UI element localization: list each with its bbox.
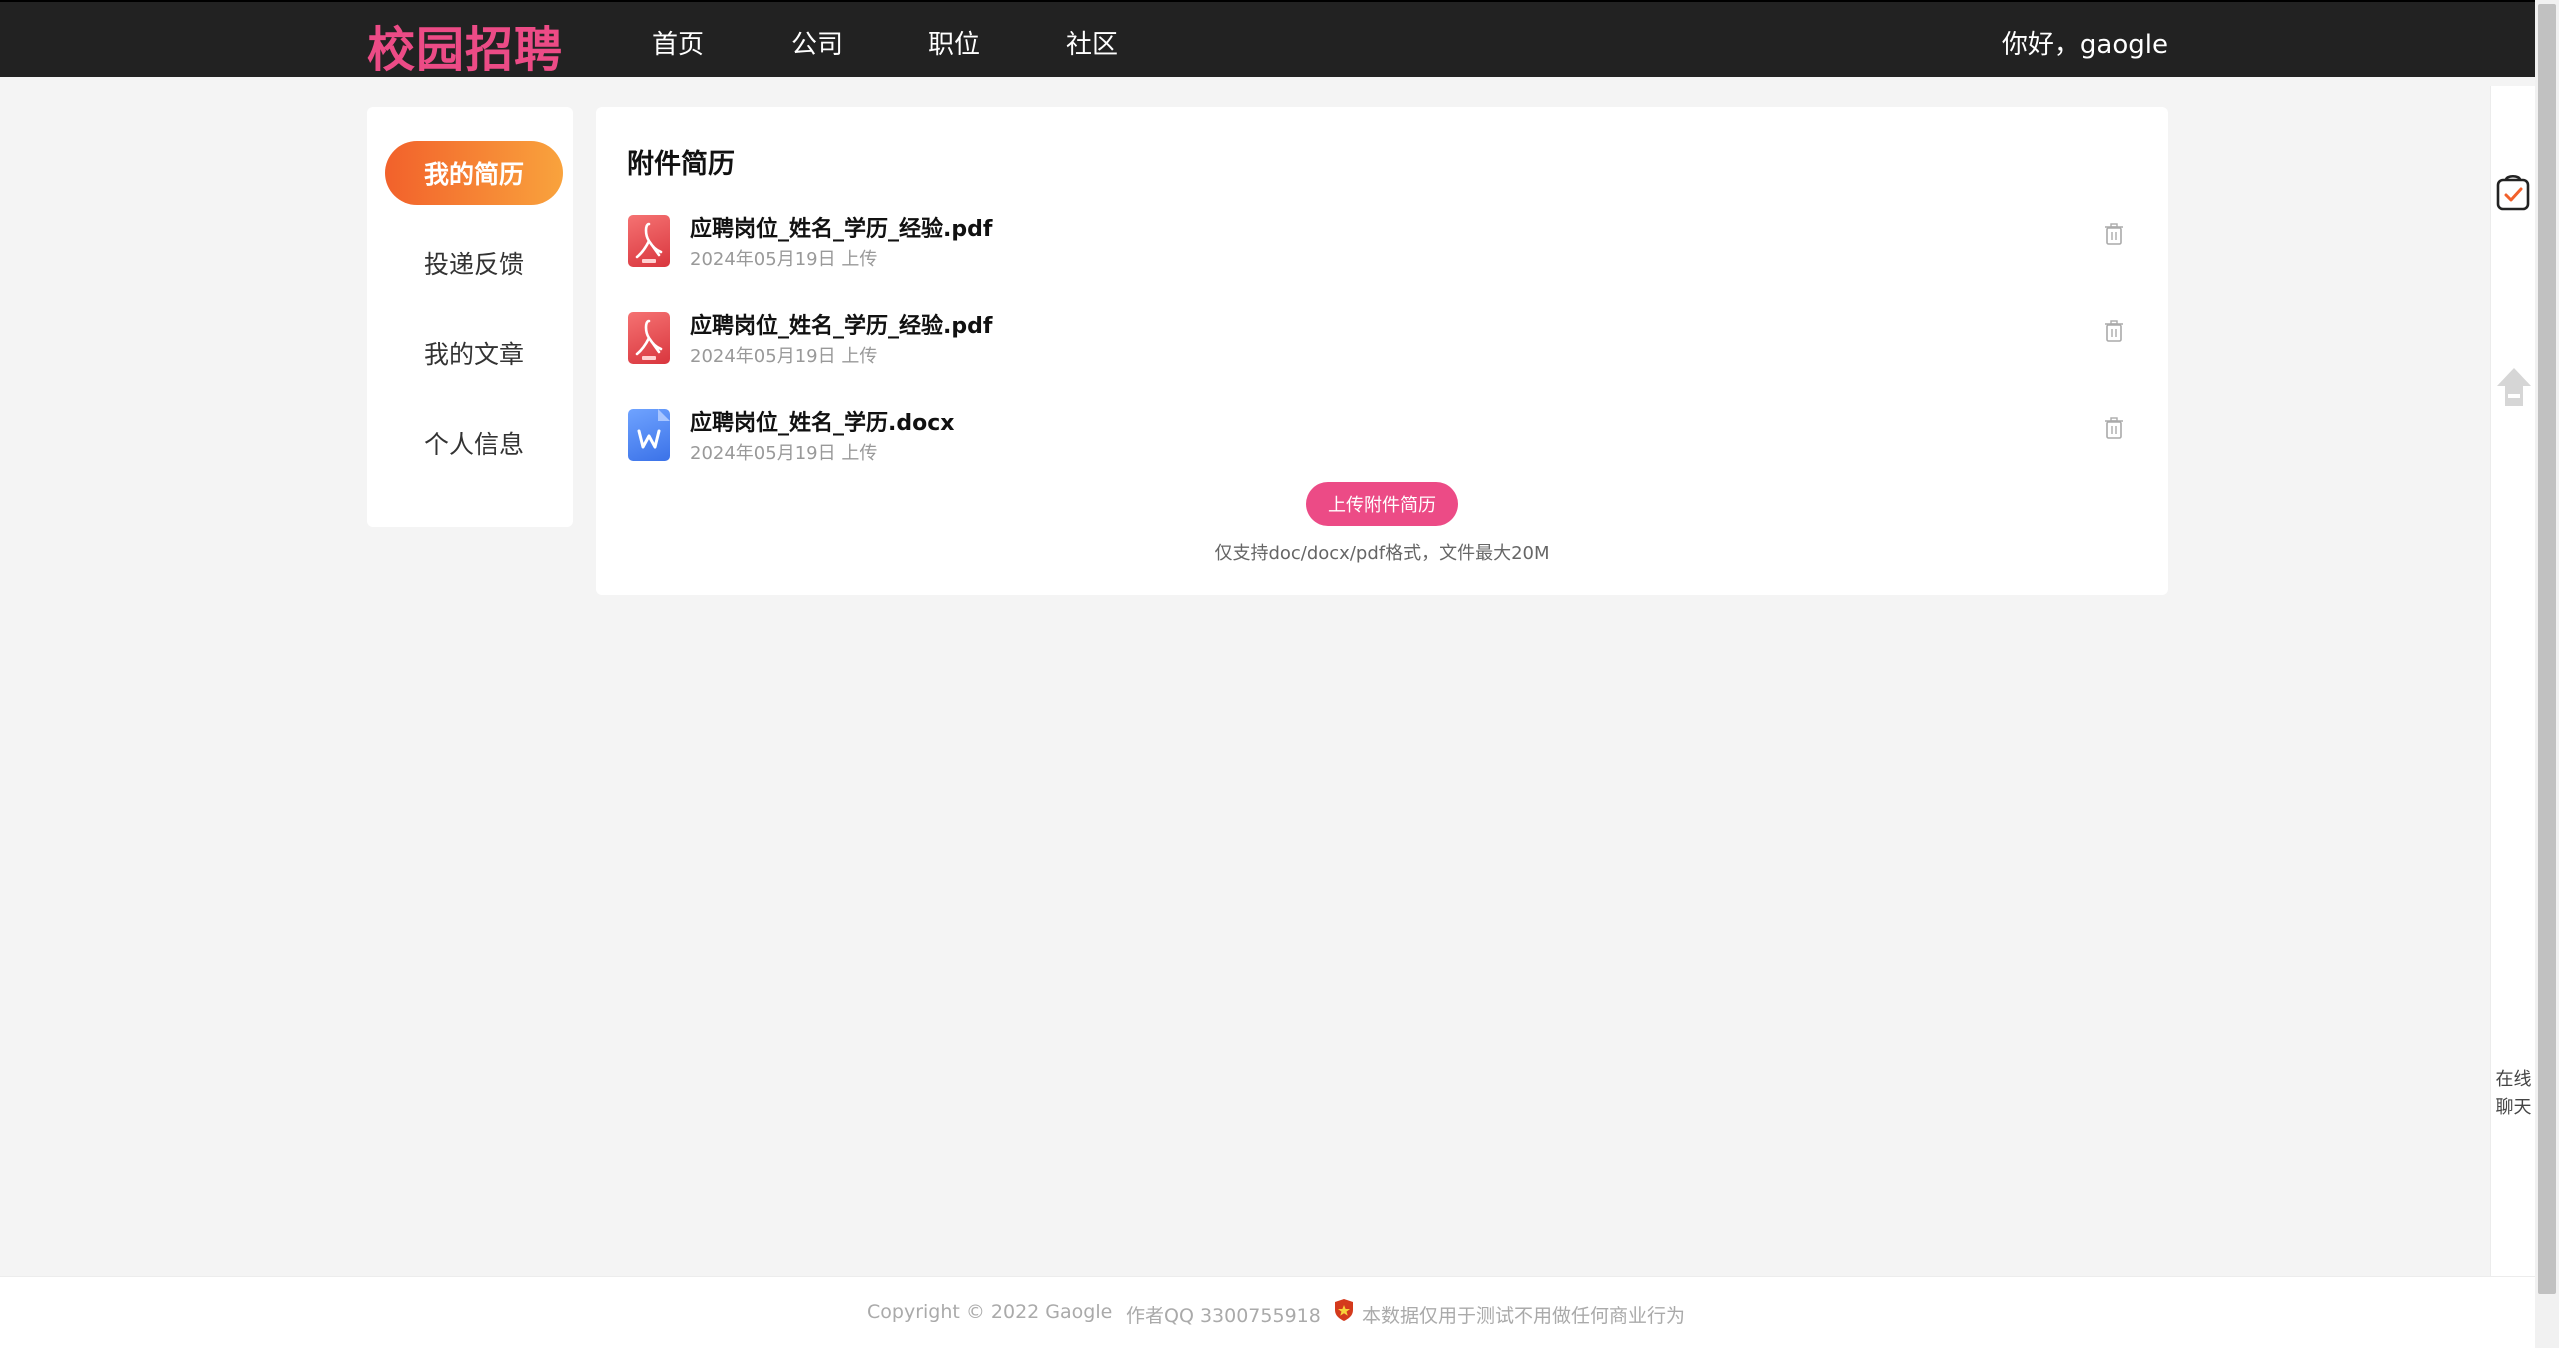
online-chat-label-line2: 聊天 [2495,1097,2532,1118]
file-name[interactable]: 应聘岗位_姓名_学历_经验.pdf [690,211,992,243]
attachment-resume-panel: 附件简历 应聘岗位_姓名_学历_经验.pdf 2024年05月19日 上传 应聘… [596,107,2168,595]
file-upload-date: 2024年05月19日 上传 [690,346,878,367]
nav-jobs[interactable]: 职位 [928,24,980,61]
footer-notice: 本数据仅用于测试不用做任何商业行为 [1362,1305,1686,1327]
file-upload-date: 2024年05月19日 上传 [690,249,878,270]
nav-community[interactable]: 社区 [1066,24,1118,61]
trash-icon[interactable] [2104,417,2124,443]
upload-resume-button[interactable]: 上传附件简历 [1306,482,1458,526]
sidebar-item-my-articles[interactable]: 我的文章 [385,321,563,385]
trash-icon[interactable] [2104,223,2124,249]
police-badge-icon [1333,1298,1355,1327]
file-row[interactable]: 应聘岗位_姓名_学历.docx 2024年05月19日 上传 [628,405,2128,475]
file-row[interactable]: 应聘岗位_姓名_学历_经验.pdf 2024年05月19日 上传 [628,211,2128,281]
online-chat-label-line1: 在线 [2495,1069,2532,1090]
nav-home[interactable]: 首页 [652,24,704,61]
sidebar: 我的简历 投递反馈 我的文章 个人信息 [367,107,573,527]
footer-copyright: Copyright © 2022 Gaogle [867,1301,1113,1323]
footer-author-qq: 作者QQ 3300755918 [1126,1305,1321,1327]
online-chat-button[interactable]: 在线 聊天 [2491,1066,2536,1122]
file-name[interactable]: 应聘岗位_姓名_学历.docx [690,405,954,437]
back-to-top-icon[interactable] [2495,366,2533,412]
sidebar-item-personal-info[interactable]: 个人信息 [385,411,563,475]
trash-icon[interactable] [2104,320,2124,346]
footer: Copyright © 2022 Gaogle 作者QQ 3300755918 … [0,1276,2535,1348]
file-row[interactable]: 应聘岗位_姓名_学历_经验.pdf 2024年05月19日 上传 [628,308,2128,378]
right-float-panel: 在线 聊天 [2490,86,2535,1276]
sidebar-item-my-resume[interactable]: 我的简历 [385,141,563,205]
word-file-icon [628,409,670,461]
user-greeting[interactable]: 你好，gaogle [2002,24,2168,61]
top-navbar: 校园招聘 首页 公司 职位 社区 你好，gaogle [0,0,2535,80]
scrollbar-thumb[interactable] [2538,4,2556,1294]
pdf-file-icon [628,312,670,364]
page-scrollbar[interactable] [2535,0,2559,1348]
page: 校园招聘 首页 公司 职位 社区 你好，gaogle 我的简历 投递反馈 我的文… [0,0,2559,1348]
file-name[interactable]: 应聘岗位_姓名_学历_经验.pdf [690,308,992,340]
pdf-file-icon [628,215,670,267]
page-title: 附件简历 [627,149,735,180]
upload-hint: 仅支持doc/docx/pdf格式，文件最大20M [1214,543,1550,564]
file-upload-date: 2024年05月19日 上传 [690,443,878,464]
task-check-icon[interactable] [2495,174,2531,216]
site-logo[interactable]: 校园招聘 [367,10,563,80]
nav-company[interactable]: 公司 [791,24,843,61]
sidebar-item-application-feedback[interactable]: 投递反馈 [385,231,563,295]
